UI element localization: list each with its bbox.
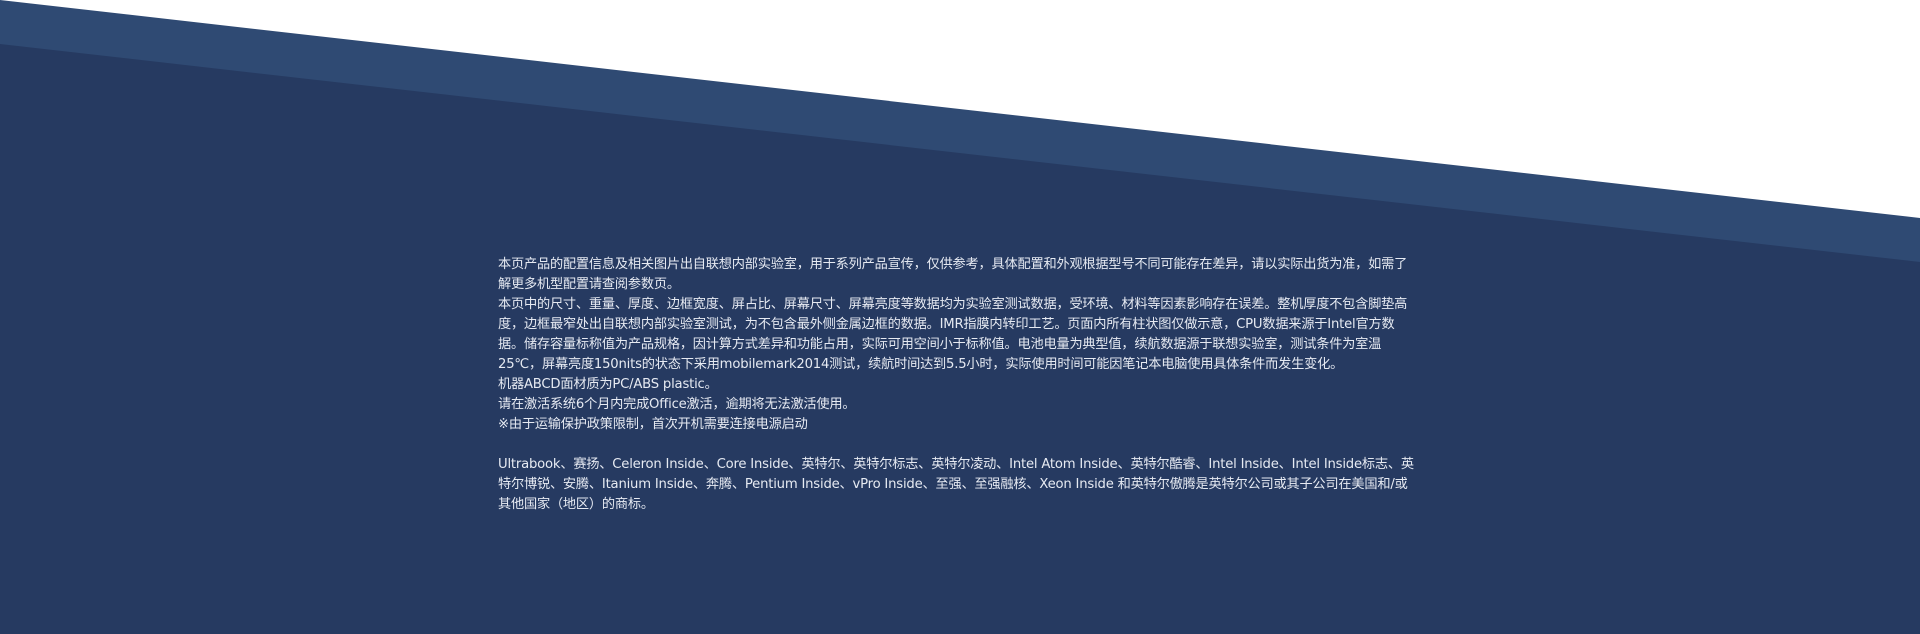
disclaimer-office-note: 请在激活系统6个月内完成Office激活，逾期将无法激活使用。 [498, 397, 856, 412]
disclaimer-power-note: ※由于运输保护政策限制，首次开机需要连接电源启动 [498, 417, 808, 432]
disclaimer-page: 本页产品的配置信息及相关图片出自联想内部实验室，用于系列产品宣传，仅供参考，具体… [0, 0, 1920, 634]
disclaimer-material-note: 机器ABCD面材质为PC/ABS plastic。 [498, 377, 718, 392]
disclaimer-text-block: 本页产品的配置信息及相关图片出自联想内部实验室，用于系列产品宣传，仅供参考，具体… [498, 255, 1418, 515]
disclaimer-measurement-note: 本页中的尺寸、重量、厚度、边框宽度、屏占比、屏幕尺寸、屏幕亮度等数据均为实验室测… [498, 297, 1408, 372]
disclaimer-config-note: 本页产品的配置信息及相关图片出自联想内部实验室，用于系列产品宣传，仅供参考，具体… [498, 257, 1408, 292]
trademark-note: Ultrabook、赛扬、Celeron Inside、Core Inside、… [498, 457, 1414, 512]
